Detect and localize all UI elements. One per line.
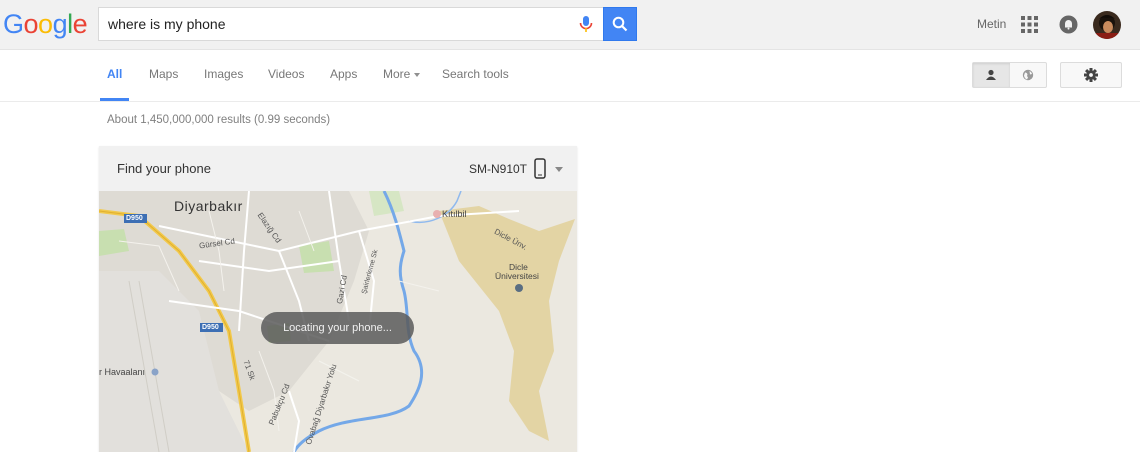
logo-letter: o — [38, 9, 53, 39]
map-label-place: Üniversitesi — [495, 271, 539, 281]
find-your-phone-card: Find your phone SM-N910T Diyarbakır D950… — [99, 146, 577, 452]
tab-maps[interactable]: Maps — [149, 50, 178, 101]
card-title: Find your phone — [117, 161, 211, 176]
tab-images[interactable]: Images — [204, 50, 243, 101]
card-header: Find your phone SM-N910T — [99, 146, 577, 191]
tab-videos[interactable]: Videos — [268, 50, 304, 101]
search-button[interactable] — [603, 7, 637, 41]
search-nav: All Maps Images Videos Apps More Search … — [0, 50, 1140, 102]
map-label-city: Diyarbakır — [174, 198, 243, 214]
tab-all[interactable]: All — [100, 50, 130, 101]
result-stats: About 1,450,000,000 results (0.99 second… — [107, 114, 331, 126]
map-label-place: Kıtılbil — [442, 209, 467, 219]
map-label-place: r Havaalanı — [99, 367, 146, 377]
chevron-down-icon — [414, 72, 421, 77]
personal-results-button[interactable] — [973, 63, 1010, 87]
map-view[interactable]: Diyarbakır D950 D950 Elazığ Cd Gürsel Cd… — [99, 191, 577, 452]
logo-letter: e — [72, 9, 88, 39]
globe-icon — [1022, 69, 1033, 81]
logo-letter: o — [23, 9, 39, 39]
phone-icon — [534, 158, 546, 179]
device-name[interactable]: SM-N910T — [469, 162, 527, 176]
microphone-icon[interactable] — [576, 14, 596, 34]
gear-icon — [1084, 68, 1098, 82]
google-logo[interactable]: Google — [3, 9, 88, 39]
logo-letter: g — [52, 9, 68, 39]
global-results-button[interactable] — [1010, 63, 1047, 87]
tab-more[interactable]: More — [383, 50, 421, 101]
tab-apps[interactable]: Apps — [330, 50, 357, 101]
notifications-icon[interactable] — [1059, 15, 1078, 34]
tab-search-tools[interactable]: Search tools — [442, 50, 509, 101]
username-link[interactable]: Metin — [977, 17, 1006, 31]
user-avatar[interactable] — [1093, 11, 1121, 39]
settings-button[interactable] — [1060, 62, 1122, 88]
apps-grid-icon[interactable] — [1021, 16, 1038, 33]
top-bar: Google Metin — [0, 0, 1140, 50]
device-dropdown-icon[interactable] — [555, 167, 563, 172]
search-box — [98, 7, 603, 41]
map-label-road: D950 — [202, 324, 219, 331]
results-scope-toggle — [972, 62, 1047, 88]
search-input[interactable] — [99, 8, 569, 40]
map-label-road: D950 — [126, 215, 143, 222]
person-icon — [986, 69, 997, 80]
tab-more-label: More — [383, 67, 411, 81]
logo-letter: G — [3, 9, 24, 39]
locating-status-toast: Locating your phone... — [261, 312, 414, 344]
search-icon — [612, 16, 628, 32]
